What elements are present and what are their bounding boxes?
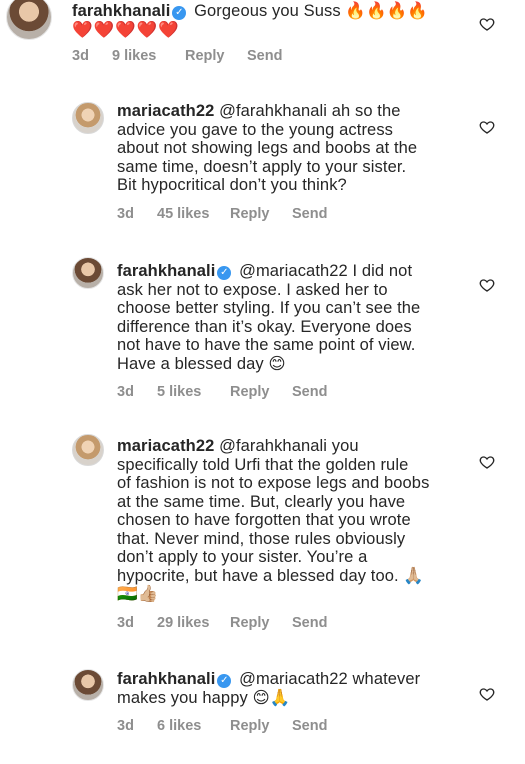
avatar[interactable] — [72, 102, 104, 134]
likes-count[interactable]: 45 likes — [157, 206, 230, 222]
username[interactable]: farahkhanali — [72, 2, 170, 20]
comment-line: @mariacath22 whatever — [234, 670, 421, 688]
avatar[interactable] — [6, 0, 52, 40]
reply-button[interactable]: Reply — [185, 48, 247, 64]
comment-line: don’t apply to your sister. You’re a — [117, 548, 368, 566]
comment-text: farahkhanali ✓ @mariacath22 I did not ask… — [117, 262, 420, 373]
comment-line: hypocrite, but have a blessed day too. 🙏… — [117, 566, 425, 585]
comment-line: 🇮🇳👍🏼 — [117, 585, 159, 603]
comment-line: makes you happy 😊🙏 — [117, 688, 291, 707]
comment-line: ask her not to expose. I asked her to — [117, 280, 388, 299]
comment-meta: 3d 45 likes Reply Send — [117, 206, 327, 222]
comment-line: advice you gave to the young actress — [117, 120, 394, 139]
comment-date: 3d — [117, 615, 134, 631]
send-button[interactable]: Send — [292, 384, 327, 400]
reply-button[interactable]: Reply — [230, 206, 292, 222]
comment-date: 3d — [72, 48, 89, 64]
heart-outline-icon[interactable] — [479, 454, 495, 470]
username[interactable]: mariacath22 — [117, 437, 214, 455]
heart-outline-icon[interactable] — [479, 686, 495, 702]
reply-button[interactable]: Reply — [230, 615, 292, 631]
comment-line: at the same time. But, clearly you have — [117, 492, 406, 511]
reply-button[interactable]: Reply — [230, 384, 292, 400]
verified-badge-icon: ✓ — [217, 674, 232, 688]
verified-badge-icon: ✓ — [172, 6, 187, 20]
username[interactable]: mariacath22 — [117, 102, 214, 120]
likes-count[interactable]: 29 likes — [157, 615, 230, 631]
comment-line: @farahkhanali you — [214, 437, 359, 455]
comment-line: about not showing legs and boobs at the — [117, 139, 418, 157]
likes-count[interactable]: 9 likes — [112, 48, 185, 64]
comment-text: farahkhanali ✓ @mariacath22 whatever make… — [117, 670, 420, 707]
send-button[interactable]: Send — [292, 206, 327, 222]
username[interactable]: farahkhanali — [117, 262, 215, 280]
reply-button[interactable]: Reply — [230, 718, 292, 734]
avatar[interactable] — [72, 669, 104, 701]
username[interactable]: farahkhanali — [117, 670, 215, 688]
comment-line: difference than it’s okay. Everyone does — [117, 317, 412, 336]
comment-date: 3d — [117, 384, 134, 400]
heart-outline-icon[interactable] — [479, 119, 495, 135]
comment-meta: 3d 6 likes Reply Send — [117, 718, 327, 734]
comment-meta: 3d 5 likes Reply Send — [117, 384, 327, 400]
comment-line: Bit hypocritical don’t you think? — [117, 176, 347, 194]
comment-date: 3d — [117, 718, 134, 734]
send-button[interactable]: Send — [292, 718, 327, 734]
comment-line: that. Never mind, those rules obviously — [117, 529, 406, 548]
avatar[interactable] — [72, 257, 104, 289]
comment-line: chosen to have forgotten that you wrote — [117, 511, 411, 529]
comment-line: of fashion is not to expose legs and boo… — [117, 474, 430, 492]
heart-outline-icon[interactable] — [479, 277, 495, 293]
heart-outline-icon[interactable] — [479, 16, 495, 32]
comment-text: mariacath22 @farahkhanali you specifical… — [117, 437, 429, 604]
comment-meta: 3d 29 likes Reply Send — [117, 615, 327, 631]
comment-meta: 3d 9 likes Reply Send — [72, 48, 282, 64]
comment-date: 3d — [117, 206, 134, 222]
comment-line: Have a blessed day 😊 — [117, 354, 286, 373]
avatar[interactable] — [72, 434, 104, 466]
comment-line: Gorgeous you Suss 🔥🔥🔥🔥 — [189, 2, 428, 20]
comment-text: farahkhanali ✓ Gorgeous you Suss 🔥🔥🔥🔥 ❤️❤… — [72, 2, 428, 39]
comment-text: mariacath22 @farahkhanali ah so the advi… — [117, 102, 417, 195]
comment-line: @farahkhanali ah so the — [214, 102, 401, 120]
send-button[interactable]: Send — [292, 615, 327, 631]
likes-count[interactable]: 6 likes — [157, 718, 230, 734]
comment-line: not have to have the same point of view. — [117, 336, 416, 354]
comment-line: choose better styling. If you can’t see … — [117, 299, 421, 317]
comment-line: same time, doesn’t apply to your sister. — [117, 157, 407, 176]
send-button[interactable]: Send — [247, 48, 282, 64]
likes-count[interactable]: 5 likes — [157, 384, 230, 400]
comment-line: @mariacath22 I did not — [234, 262, 413, 280]
verified-badge-icon: ✓ — [217, 266, 232, 280]
comment-line: ❤️❤️❤️❤️❤️ — [72, 20, 180, 39]
comment-line: specifically told Urfi that the golden r… — [117, 455, 409, 474]
